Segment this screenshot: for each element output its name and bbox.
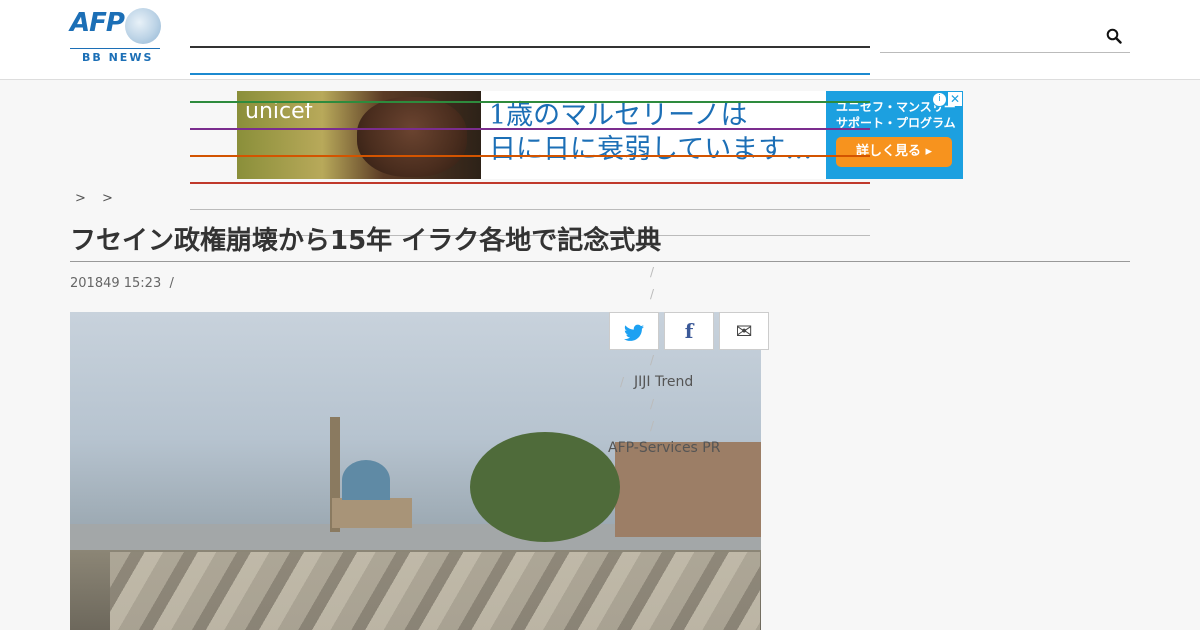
photo-palm-tree: [470, 432, 620, 542]
sidebar-link-afp-services-pr[interactable]: AFP-Services PR: [608, 440, 720, 456]
ad-cta-button[interactable]: 詳しく見る ▸: [836, 137, 952, 167]
photo-rubble: [110, 552, 760, 630]
menu-line-purple[interactable]: [190, 128, 870, 130]
menu-line-red[interactable]: [190, 182, 870, 184]
globe-logo-icon: [125, 8, 161, 44]
separator: /: [620, 375, 625, 389]
ad-photo: unicef: [237, 91, 481, 179]
menu-line-green[interactable]: [190, 101, 870, 103]
separator: /: [650, 397, 655, 411]
date-separator: /: [169, 276, 174, 291]
article-dateline: 201849 15:23 /: [70, 276, 174, 291]
nav-menu-bar[interactable]: [190, 46, 870, 48]
adchoices-icon[interactable]: i: [932, 92, 947, 107]
afp-bb-news-logo[interactable]: AFP BB NEWS: [70, 8, 162, 66]
separator: /: [650, 353, 655, 367]
menu-divider: [190, 209, 870, 210]
mail-share-button[interactable]: ✉: [719, 312, 769, 350]
site-header: AFP BB NEWS: [0, 0, 1200, 80]
separator: /: [650, 265, 655, 279]
logo-text: AFP: [70, 8, 125, 38]
breadcrumb[interactable]: > >: [75, 191, 119, 206]
photo-building: [615, 442, 761, 537]
twitter-icon: [624, 324, 644, 341]
menu-line-orange[interactable]: [190, 155, 870, 157]
article-title: フセイン政権崩壊から15年 イラク各地で記念式典: [70, 226, 662, 256]
ad-headline-line-2: 日に日に衰弱しています…: [489, 134, 813, 165]
article-date: 201849 15:23: [70, 276, 162, 291]
twitter-share-button[interactable]: [609, 312, 659, 350]
title-divider: [70, 261, 1130, 262]
photo-mosque: [332, 498, 412, 528]
ad-child-image: [357, 97, 467, 177]
search-box: [880, 22, 1130, 53]
logo-subtitle: BB NEWS: [82, 51, 154, 64]
nav-menu-bar-secondary[interactable]: [190, 73, 870, 75]
sidebar-link-jiji-trend[interactable]: JIJI Trend: [634, 374, 693, 390]
facebook-share-button[interactable]: f: [664, 312, 714, 350]
close-icon[interactable]: ✕: [948, 92, 962, 106]
search-input[interactable]: [880, 22, 1104, 52]
mail-icon: ✉: [735, 319, 753, 343]
article-photo[interactable]: [70, 312, 761, 630]
separator: /: [650, 419, 655, 433]
ad-banner[interactable]: unicef 1歳のマルセリーノは 日に日に衰弱しています… ユニセフ・マンスリ…: [237, 91, 963, 179]
facebook-icon: f: [684, 319, 694, 343]
separator: /: [650, 287, 655, 301]
photo-dome: [342, 460, 390, 500]
logo-rule: [70, 48, 160, 49]
search-icon[interactable]: [1106, 28, 1122, 44]
